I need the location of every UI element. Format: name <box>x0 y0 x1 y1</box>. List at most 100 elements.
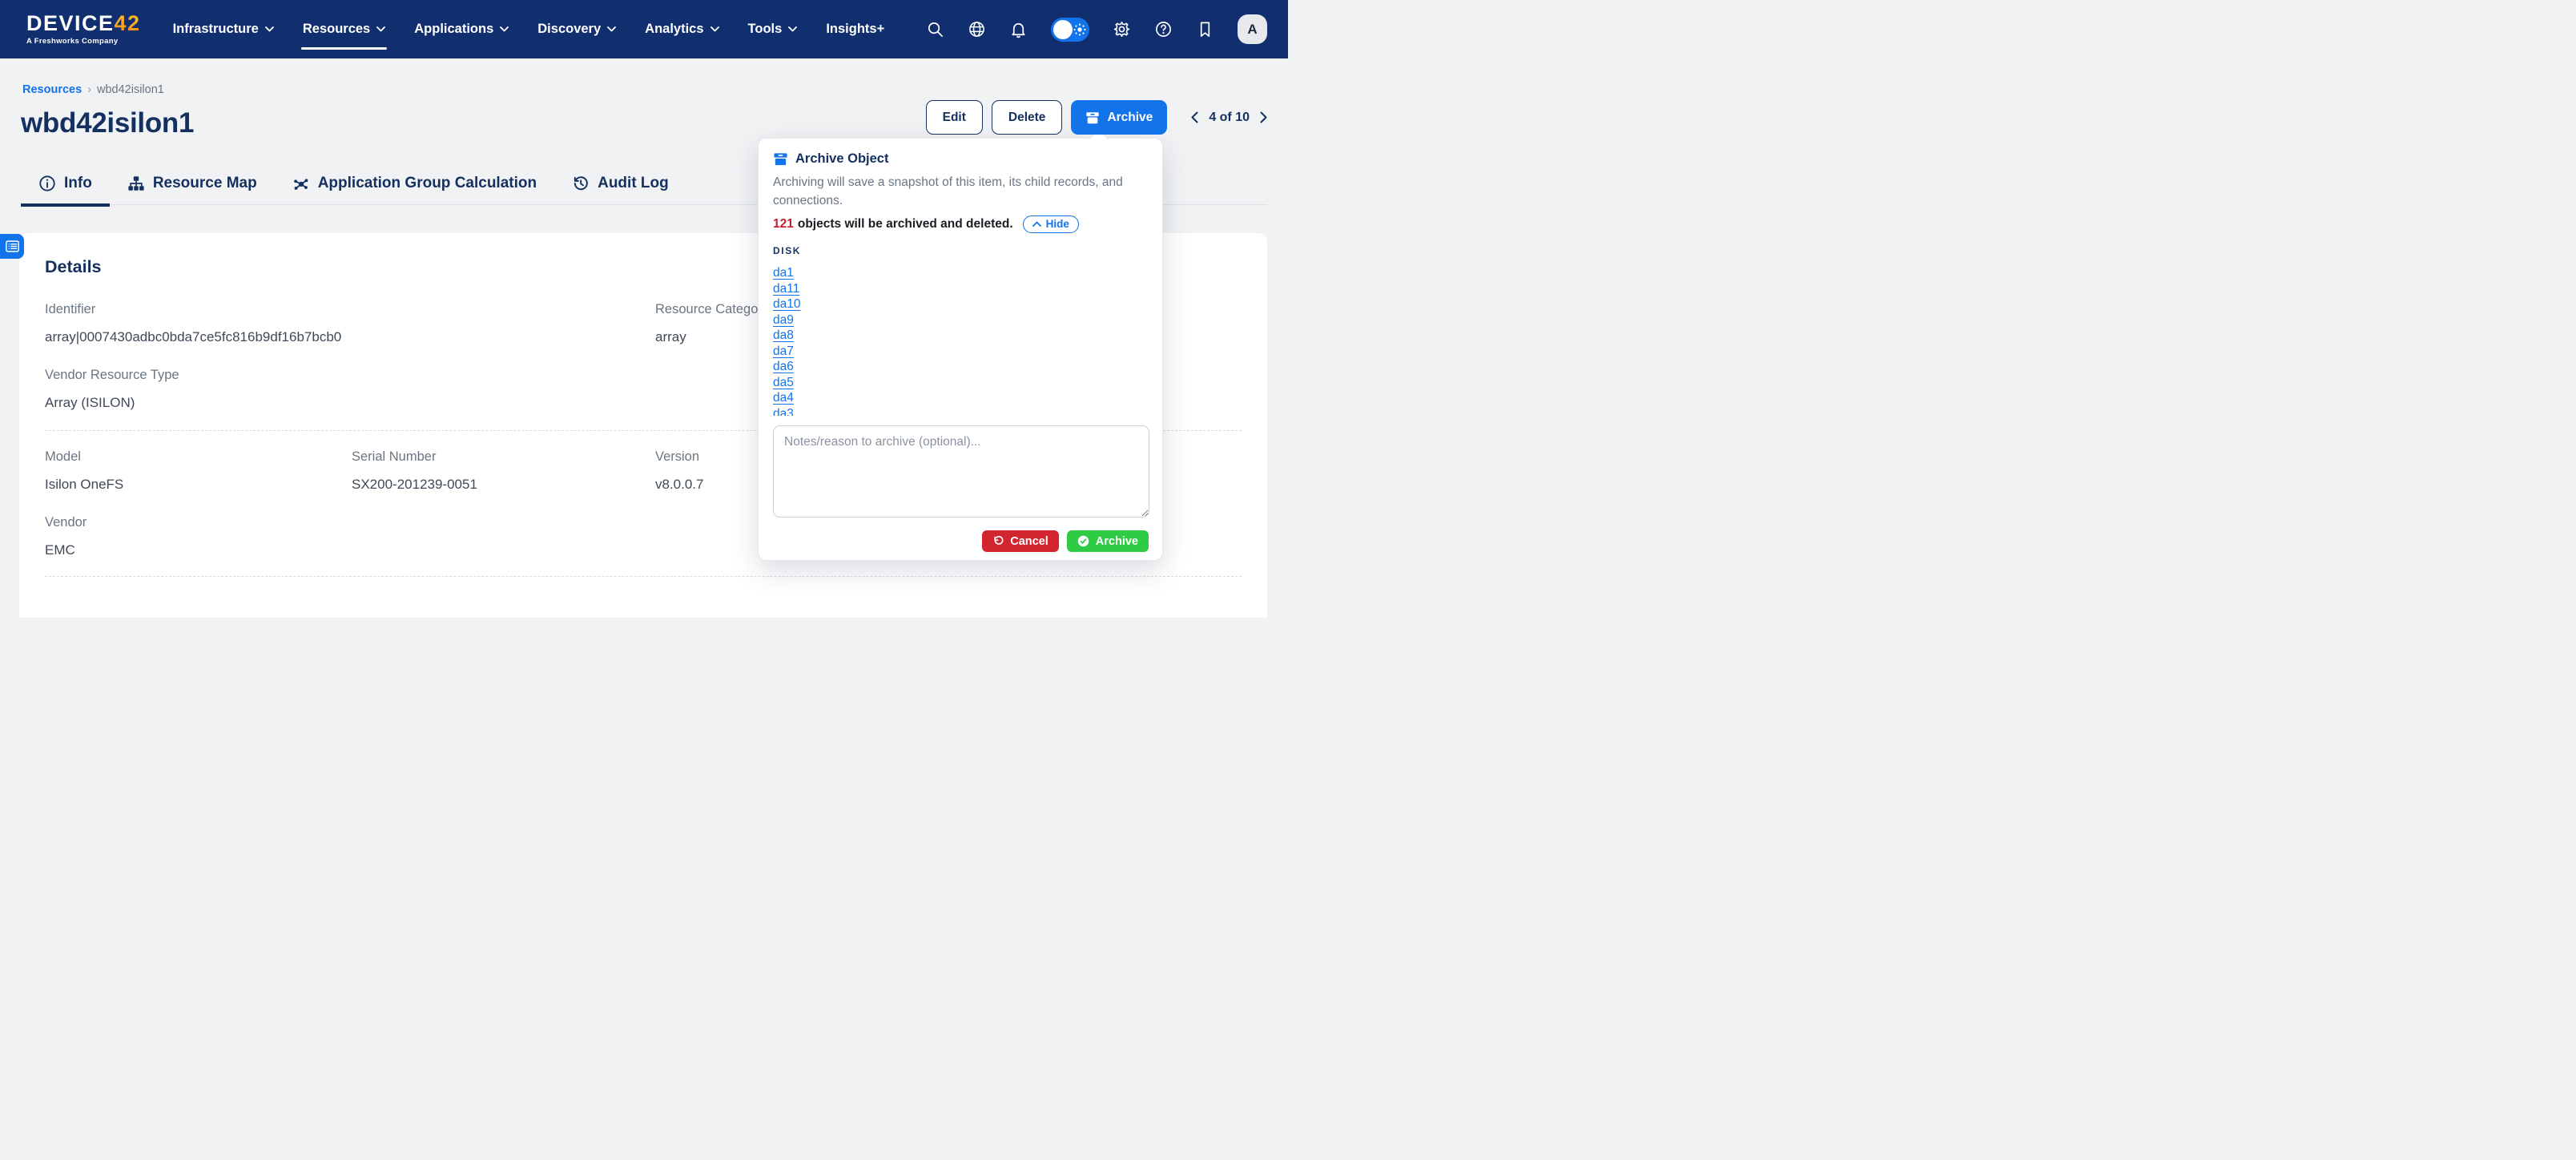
field-resource-category: Resource Category array <box>655 302 769 345</box>
chevron-down-icon <box>376 26 385 32</box>
field-value: v8.0.0.7 <box>655 477 704 493</box>
page-actions: Edit Delete Archive 4 of 10 <box>926 100 1267 135</box>
chevron-down-icon <box>607 26 616 32</box>
nav-item-discovery[interactable]: Discovery <box>537 0 616 58</box>
device42-logo[interactable]: DEVICE42 A Freshworks Company <box>26 13 141 46</box>
info-icon <box>38 175 56 192</box>
hide-details-button[interactable]: Hide <box>1023 215 1079 233</box>
field-label: Resource Category <box>655 302 769 317</box>
bookmark-icon[interactable] <box>1196 20 1214 38</box>
disk-link[interactable]: da7 <box>773 344 794 360</box>
archive-box-icon <box>773 151 788 167</box>
check-circle-icon <box>1077 535 1089 547</box>
popup-header: Archive Object <box>773 151 888 167</box>
field-version: Version v8.0.0.7 <box>655 449 704 493</box>
tab-info[interactable]: Info <box>21 164 110 204</box>
tab-label: Audit Log <box>598 175 669 192</box>
nav-label: Infrastructure <box>173 22 259 37</box>
pagination-label: 4 of 10 <box>1209 111 1250 125</box>
list-panel-icon <box>6 240 19 252</box>
chevron-down-icon <box>710 26 719 32</box>
popup-title: Archive Object <box>795 151 888 167</box>
nav-label: Applications <box>414 22 493 37</box>
disk-link[interactable]: da6 <box>773 359 794 375</box>
field-vendor-resource-type: Vendor Resource Type Array (ISILON) <box>45 368 179 411</box>
confirm-archive-button[interactable]: Archive <box>1067 530 1149 552</box>
field-label: Model <box>45 449 123 465</box>
top-navbar: DEVICE42 A Freshworks Company Infrastruc… <box>0 0 1288 58</box>
tab-audit-log[interactable]: Audit Log <box>554 164 686 204</box>
navbar-utilities: A <box>926 14 1267 44</box>
prev-record-icon[interactable] <box>1191 111 1198 123</box>
popup-description: Archiving will save a snapshot of this i… <box>773 173 1145 211</box>
nav-item-applications[interactable]: Applications <box>414 0 509 58</box>
field-value: array|0007430adbc0bda7ce5fc816b9df16b7bc… <box>45 329 341 345</box>
search-icon[interactable] <box>926 20 944 38</box>
field-identifier: Identifier array|0007430adbc0bda7ce5fc81… <box>45 302 341 345</box>
archive-button[interactable]: Archive <box>1071 100 1167 135</box>
disk-link[interactable]: da10 <box>773 296 800 312</box>
nav-item-resources[interactable]: Resources <box>303 0 385 58</box>
archive-count-line: 121 objects will be archived and deleted… <box>773 215 1079 233</box>
logo-42-accent: 42 <box>115 11 141 35</box>
disk-link[interactable]: da5 <box>773 375 794 391</box>
nav-item-analytics[interactable]: Analytics <box>645 0 718 58</box>
archive-object-popup: Archive Object Archiving will save a sna… <box>758 138 1163 561</box>
sun-icon <box>1073 23 1086 36</box>
next-record-icon[interactable] <box>1260 111 1267 123</box>
field-label: Identifier <box>45 302 341 317</box>
breadcrumb-resources-link[interactable]: Resources <box>22 83 82 96</box>
user-avatar[interactable]: A <box>1238 14 1267 44</box>
confirm-archive-label: Archive <box>1096 535 1138 548</box>
hide-label: Hide <box>1046 218 1069 230</box>
edit-button[interactable]: Edit <box>926 100 983 135</box>
help-icon[interactable] <box>1154 20 1173 38</box>
disk-link[interactable]: da8 <box>773 328 794 344</box>
cancel-button[interactable]: Cancel <box>982 530 1059 552</box>
field-value: SX200-201239-0051 <box>352 477 477 493</box>
field-value: EMC <box>45 542 87 558</box>
settings-gear-icon[interactable] <box>1113 20 1131 38</box>
disk-link[interactable]: da9 <box>773 312 794 328</box>
tab-application-group-calculation[interactable]: Application Group Calculation <box>275 164 554 204</box>
disk-link[interactable]: da1 <box>773 265 794 281</box>
breadcrumb-separator: › <box>87 83 91 96</box>
section-divider <box>45 576 1242 577</box>
side-panel-toggle[interactable] <box>0 234 24 259</box>
tab-label: Info <box>64 175 92 192</box>
cancel-label: Cancel <box>1010 535 1049 548</box>
disk-links-list[interactable]: da1 da11 da10 da9 da8 da7 da6 da5 da4 da… <box>773 265 933 416</box>
nav-label: Tools <box>748 22 783 37</box>
theme-toggle[interactable] <box>1051 18 1089 42</box>
chevron-up-icon <box>1032 221 1041 227</box>
record-pagination: 4 of 10 <box>1191 111 1267 125</box>
sitemap-icon <box>127 175 145 192</box>
tab-label: Resource Map <box>153 175 257 192</box>
nav-item-tools[interactable]: Tools <box>748 0 798 58</box>
archive-button-label: Archive <box>1107 111 1153 125</box>
tab-resource-map[interactable]: Resource Map <box>110 164 275 204</box>
field-model: Model Isilon OneFS <box>45 449 123 493</box>
disk-link[interactable]: da4 <box>773 390 794 406</box>
notifications-bell-icon[interactable] <box>1009 20 1028 38</box>
field-value: Isilon OneFS <box>45 477 123 493</box>
breadcrumb-current: wbd42isilon1 <box>97 83 164 96</box>
archive-box-icon <box>1085 111 1100 125</box>
nav-item-infrastructure[interactable]: Infrastructure <box>173 0 274 58</box>
nav-label: Analytics <box>645 22 703 37</box>
nav-item-insights[interactable]: Insights+ <box>826 0 884 58</box>
globe-icon[interactable] <box>968 20 986 38</box>
chevron-down-icon <box>265 26 274 32</box>
delete-button[interactable]: Delete <box>992 100 1063 135</box>
page-title: wbd42isilon1 <box>21 107 194 139</box>
chevron-down-icon <box>788 26 797 32</box>
nav-label: Insights+ <box>826 22 884 37</box>
disk-link[interactable]: da3 <box>773 406 794 417</box>
archive-notes-input[interactable] <box>773 425 1149 518</box>
undo-icon <box>992 536 1004 547</box>
logo-tagline: A Freshworks Company <box>26 38 141 46</box>
disk-link[interactable]: da11 <box>773 281 799 297</box>
archive-count: 121 <box>773 217 794 232</box>
field-value: Array (ISILON) <box>45 395 179 411</box>
tab-label: Application Group Calculation <box>318 175 537 192</box>
